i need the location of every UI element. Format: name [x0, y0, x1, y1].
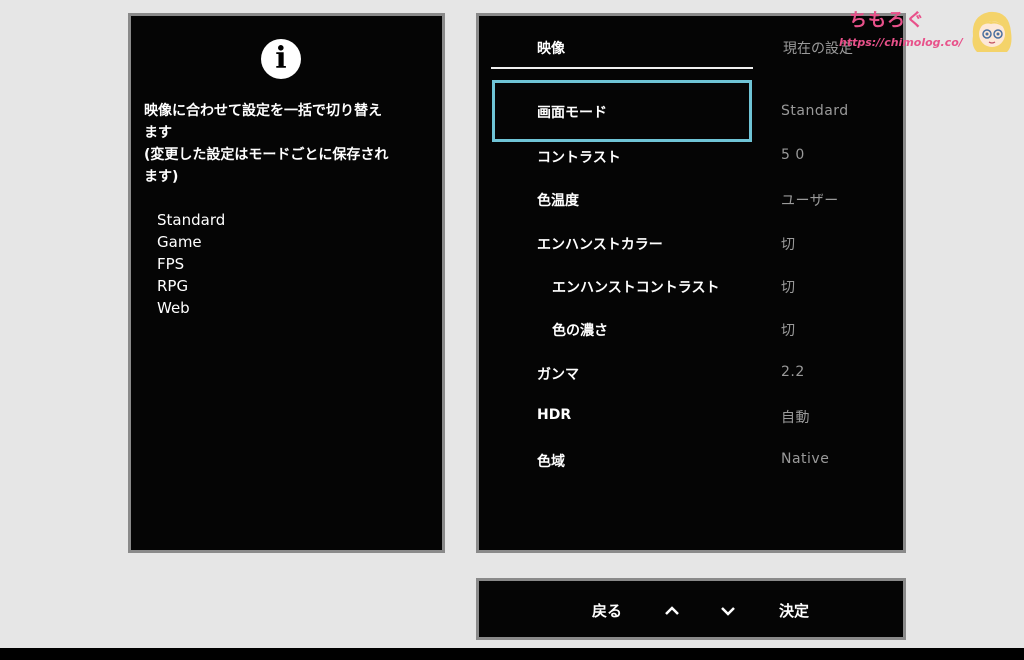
tab-picture[interactable]: 映像	[537, 38, 565, 58]
menu-item-label: 色域	[537, 454, 565, 470]
menu-item-label: エンハンストコントラスト	[552, 280, 720, 296]
menu-item-value: ユーザー	[781, 193, 839, 209]
tab-underline	[491, 67, 753, 69]
menu-item-hdr[interactable]: HDR	[492, 395, 752, 435]
mode-list-item: Web	[157, 299, 190, 317]
mode-list-item: Game	[157, 233, 202, 251]
menu-item-gamma[interactable]: ガンマ	[492, 352, 752, 392]
mode-list: Standard Game FPS RPG Web	[157, 209, 225, 319]
screen-bezel	[0, 648, 1024, 660]
nav-bar: 戻る 決定	[476, 578, 906, 640]
menu-item-label: 色の濃さ	[552, 323, 608, 339]
menu-item-color-gamut[interactable]: 色域	[492, 439, 752, 479]
menu-item-label: ガンマ	[537, 367, 579, 383]
menu-item-color-saturation[interactable]: 色の濃さ	[492, 308, 752, 348]
settings-menu-panel: 映像 現在の設定 画面モード Standard コントラスト 5 0 色温度 ユ…	[476, 13, 906, 553]
mode-list-item: Standard	[157, 211, 226, 229]
menu-item-contrast[interactable]: コントラスト	[492, 135, 752, 175]
menu-item-label: 色温度	[537, 193, 579, 209]
chevron-up-icon[interactable]	[662, 601, 682, 621]
chevron-down-icon[interactable]	[718, 601, 738, 621]
watermark: ちもろぐ https://chimolog.co/	[839, 6, 1019, 56]
watermark-title: ちもろぐ	[849, 10, 925, 31]
menu-item-value: 5 0	[781, 147, 805, 163]
menu-item-label: HDR	[537, 407, 572, 423]
info-panel: i 映像に合わせて設定を一括で切り替え ます (変更した設定はモードごとに保存さ…	[128, 13, 445, 553]
menu-item-value: 切	[781, 237, 796, 253]
watermark-url: https://chimolog.co/	[839, 36, 963, 49]
menu-item-enhanced-color[interactable]: エンハンストカラー	[492, 222, 752, 262]
info-icon: i	[261, 39, 301, 79]
menu-item-label: 画面モード	[537, 105, 607, 121]
menu-item-value: Native	[781, 451, 830, 467]
confirm-button[interactable]: 決定	[779, 600, 809, 621]
menu-item-value: 切	[781, 280, 796, 296]
back-button[interactable]: 戻る	[592, 600, 622, 621]
mascot-icon	[972, 11, 1012, 52]
menu-item-color-temperature[interactable]: 色温度	[492, 178, 752, 218]
menu-item-enhanced-contrast[interactable]: エンハンストコントラスト	[492, 265, 752, 305]
menu-item-picture-mode[interactable]: 画面モード	[492, 80, 752, 142]
menu-item-label: コントラスト	[537, 150, 621, 166]
menu-item-value: 切	[781, 323, 796, 339]
menu-item-value: 自動	[781, 410, 810, 426]
info-description: 映像に合わせて設定を一括で切り替え ます (変更した設定はモードごとに保存され …	[144, 103, 389, 185]
mode-list-item: FPS	[157, 255, 185, 273]
menu-item-label: エンハンストカラー	[537, 237, 663, 253]
menu-item-value: Standard	[781, 103, 849, 119]
menu-item-value: 2.2	[781, 364, 805, 380]
mode-list-item: RPG	[157, 277, 189, 295]
